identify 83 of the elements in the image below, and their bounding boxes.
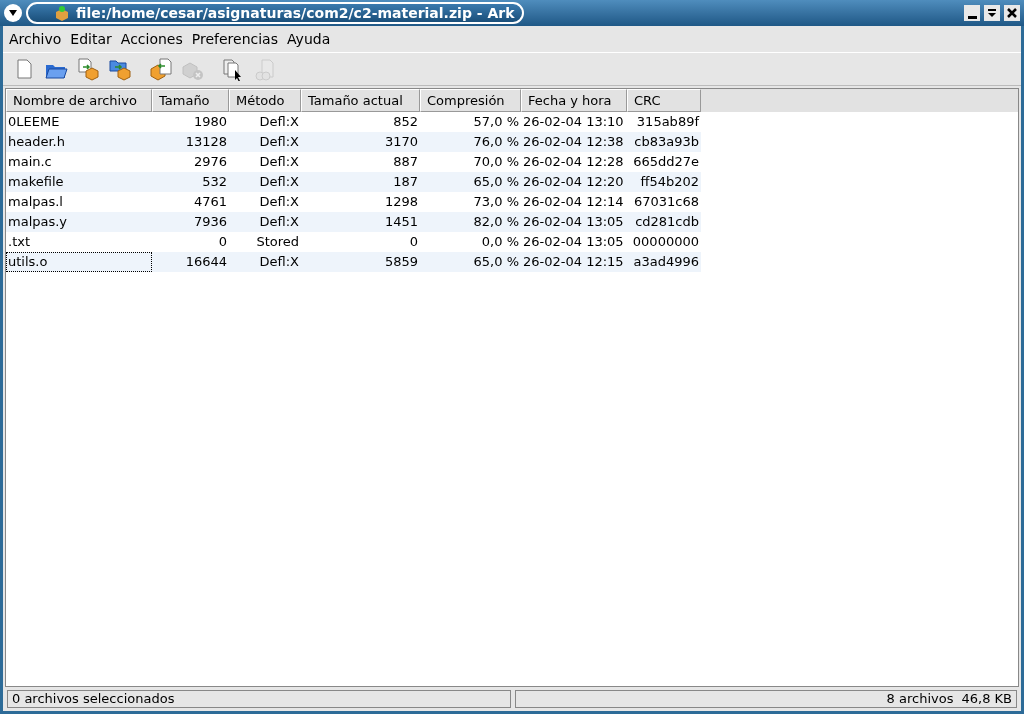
table-cell-text: 76,0 % [472,133,520,151]
table-cell-text: 00000000 [631,233,700,251]
table-cell-text: 887 [392,153,419,171]
table-cell-text: 7936 [192,213,228,231]
table-cell-text: 3170 [383,133,419,151]
minimize-icon [967,16,977,19]
table-cell-text: Defl:X [258,133,300,151]
file-count: 8 archivos [886,691,954,707]
table-cell-text: 26-02-04 12:14 [522,193,625,211]
status-text: 0 archivos seleccionados [7,690,511,708]
total-size: 46,8 KB [961,691,1012,707]
column-header[interactable]: Tamaño actual [301,89,420,112]
table-cell-text: 2976 [192,153,228,171]
table-cell-text: malpas.y [7,213,69,231]
table-cell-text: 73,0 % [472,193,520,211]
table-cell-text: main.c [7,153,53,171]
table-cell-text: 1451 [383,213,419,231]
table-cell-text: 0 [217,233,228,251]
menu-item[interactable]: Preferencias [191,28,278,50]
close-button[interactable] [1004,5,1020,21]
table-cell-text: 13128 [184,133,228,151]
table-cell-text: 0LEEME [7,113,61,131]
table-cell: utils.o [6,252,152,272]
table-cell-text: 26-02-04 13:05 [522,233,625,251]
table-cell-text: 26-02-04 12:20 [522,173,625,191]
column-header[interactable]: Nombre de archivo [6,89,152,112]
menu-item[interactable]: Archivo [9,28,62,50]
window-title: file:/home/cesar/asignaturas/com2/c2-material.zip - Ark [26,2,524,24]
table-cell-text: 532 [201,173,228,191]
table-cell-text: 70,0 % [472,153,520,171]
table-cell-text: 82,0 % [472,213,520,231]
column-header[interactable]: Fecha y hora [521,89,627,112]
table-cell-text: cd281cdb [634,213,700,231]
caret-icon [8,9,18,17]
table-cell-text: a3ad4996 [632,253,700,271]
window-menu-icon[interactable] [4,4,22,22]
table-cell-text: 315ab89f [635,113,701,131]
table-cell-text: 65,0 % [472,253,520,271]
table-cell-text: 1980 [192,113,228,131]
column-header[interactable]: Compresión [420,89,521,112]
table-cell-text: Defl:X [258,113,300,131]
package-icon [54,5,70,21]
table-cell-text: 26-02-04 13:05 [522,213,625,231]
table-cell-text: cb83a93b [633,133,700,151]
column-header[interactable]: CRC [627,89,701,112]
add-file-button[interactable] [75,56,100,82]
column-header[interactable]: Tamaño [152,89,229,112]
maximize-icon [987,8,997,18]
table-cell-text: malpas.l [7,193,64,211]
table-cell-text: 187 [392,173,419,191]
table-cell-text: 665dd27e [632,153,700,171]
table-cell-text: Defl:X [258,253,300,271]
table-cell-text: Defl:X [258,173,300,191]
table-cell-text: 852 [392,113,419,131]
minimize-button[interactable] [964,5,980,21]
table-cell-text: Defl:X [258,213,300,231]
table-cell-text: header.h [7,133,66,151]
table-cell-text: 4761 [192,193,228,211]
table-cell-text: 26-02-04 12:38 [522,133,625,151]
menu-item[interactable]: Editar [70,28,112,50]
table-cell-text: 5859 [383,253,419,271]
table-cell-text: Stored [255,233,300,251]
table-cell-text: Defl:X [258,153,300,171]
table-cell-text: 26-02-04 12:15 [522,253,625,271]
table-cell-text: 26-02-04 12:28 [522,153,625,171]
close-icon [1007,8,1017,18]
table-cell-text: Defl:X [258,193,300,211]
extract-button[interactable] [147,56,172,82]
table-cell-text: 0,0 % [480,233,520,251]
table-cell-text: makefile [7,173,65,191]
table-cell-text: ff54b202 [639,173,700,191]
table-cell-text: 67031c68 [632,193,700,211]
table-cell-text: 65,0 % [472,173,520,191]
table-cell-text: 26-02-04 13:10 [522,113,625,131]
table-cell-text: .txt [7,233,32,251]
table-cell-text: 1298 [383,193,419,211]
table-cell-text: 16644 [184,253,228,271]
table-cell-text: 0 [408,233,419,251]
maximize-button[interactable] [984,5,1000,21]
table-cell-text: 57,0 % [472,113,520,131]
column-header[interactable]: Método [229,89,301,112]
menu-item[interactable]: Acciones [120,28,183,50]
menu-item[interactable]: Ayuda [286,28,331,50]
